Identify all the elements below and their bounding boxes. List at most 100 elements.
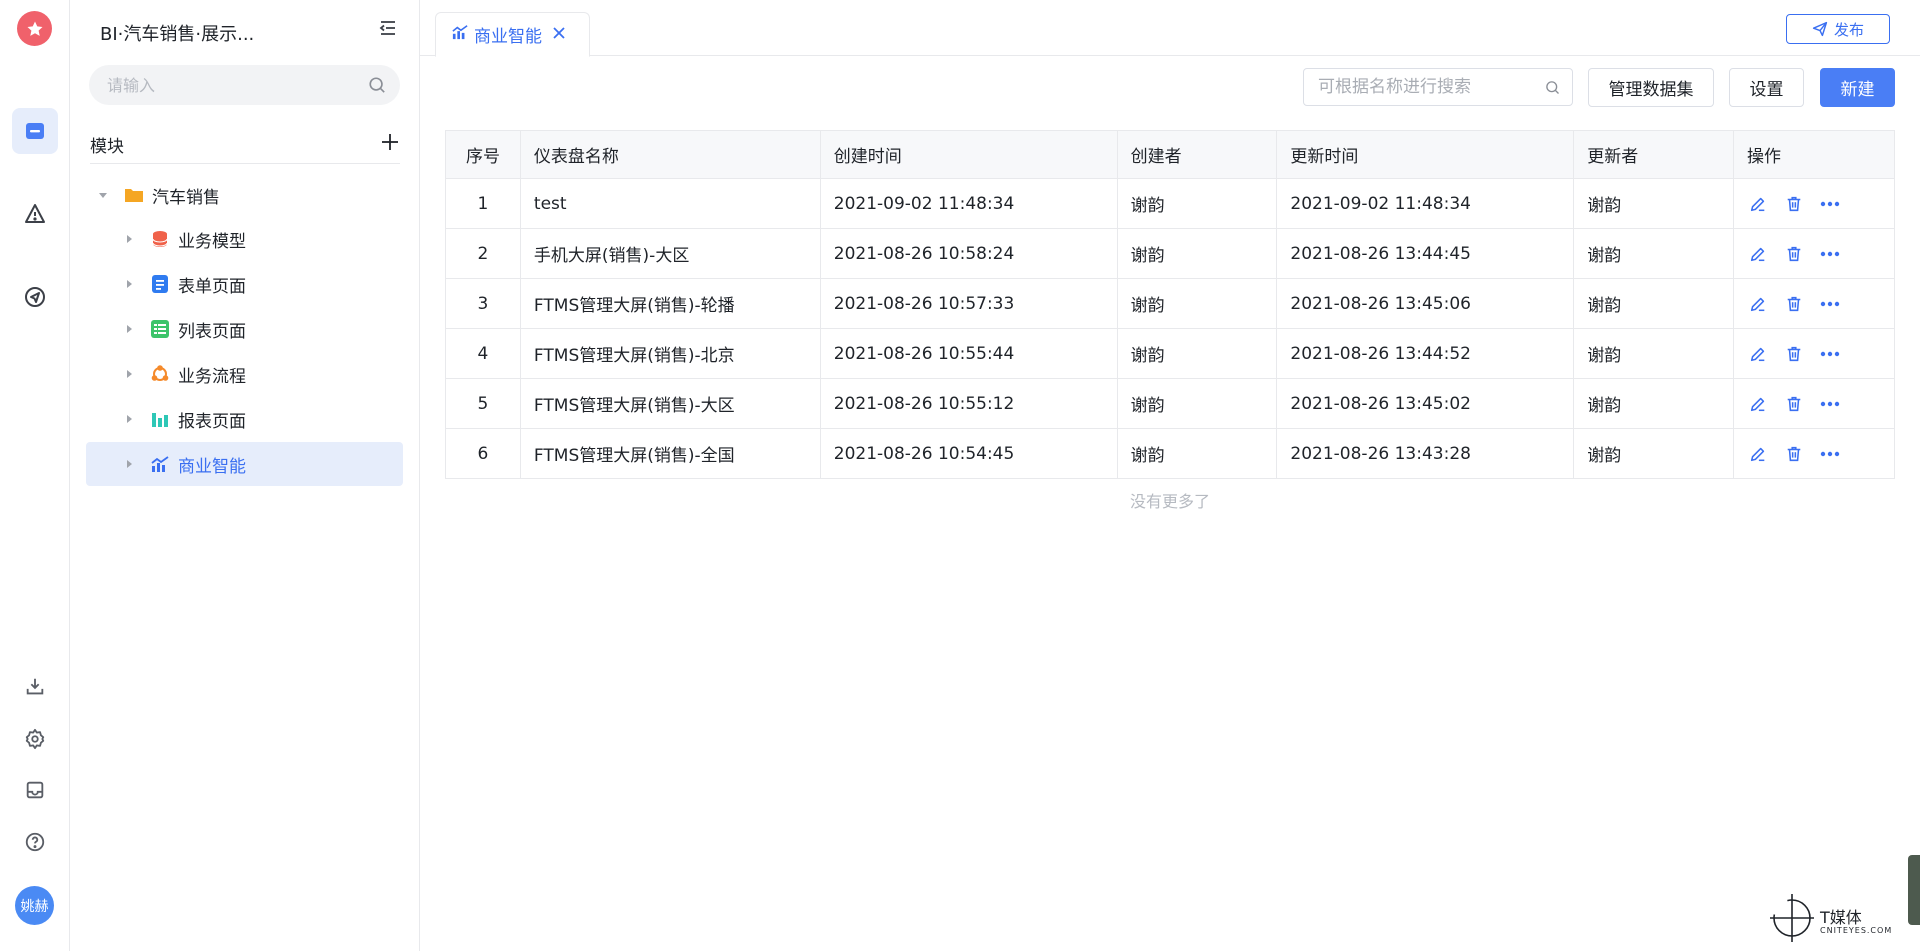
download-icon[interactable] bbox=[12, 664, 58, 710]
collapse-menu-icon[interactable] bbox=[378, 18, 398, 38]
module-header: 模块 bbox=[90, 128, 400, 164]
more-icon[interactable] bbox=[1819, 393, 1841, 415]
more-icon[interactable] bbox=[1819, 343, 1841, 365]
tree-item-form-page[interactable]: 表单页面 bbox=[122, 262, 397, 306]
caret-right-icon[interactable] bbox=[122, 322, 136, 336]
tree-item-label: 报表页面 bbox=[178, 411, 246, 432]
tree-root-label: 汽车销售 bbox=[152, 187, 220, 208]
edit-icon[interactable] bbox=[1747, 293, 1769, 315]
help-icon[interactable] bbox=[12, 819, 58, 865]
send-icon[interactable] bbox=[12, 274, 58, 320]
tree-root-car-sales[interactable]: 汽车销售 bbox=[96, 173, 396, 217]
caret-right-icon[interactable] bbox=[122, 457, 136, 471]
tree-item-business-intelligence[interactable]: 商业智能 bbox=[86, 442, 403, 486]
inbox-icon[interactable] bbox=[12, 767, 58, 813]
caret-right-icon[interactable] bbox=[122, 412, 136, 426]
module-sidebar: BI·汽车销售·展示... 模块 汽车销售 业务模型 表单页面 列表页面 bbox=[70, 0, 420, 951]
delete-icon[interactable] bbox=[1783, 293, 1805, 315]
col-header-actions: 操作 bbox=[1733, 130, 1895, 179]
publish-label: 发布 bbox=[1833, 20, 1864, 39]
caret-right-icon[interactable] bbox=[122, 232, 136, 246]
more-icon[interactable] bbox=[1819, 293, 1841, 315]
search-icon[interactable] bbox=[1545, 80, 1560, 99]
manage-dataset-button[interactable]: 管理数据集 bbox=[1588, 68, 1714, 107]
watermark-sub: CNITEYES.COM bbox=[1820, 926, 1893, 935]
col-header-index: 序号 bbox=[445, 130, 521, 179]
table-row[interactable]: 5 FTMS管理大屏(销售)-大区 2021-08-26 10:55:12 谢韵 202… bbox=[445, 378, 1895, 429]
edit-icon[interactable] bbox=[1747, 243, 1769, 265]
module-label: 模块 bbox=[90, 137, 124, 157]
tab-label: 商业智能 bbox=[474, 27, 542, 47]
cell-name[interactable]: test bbox=[520, 178, 821, 229]
tree-item-label: 商业智能 bbox=[178, 456, 246, 477]
sidebar-search bbox=[89, 65, 400, 105]
add-module-icon[interactable] bbox=[380, 132, 400, 152]
cell-name[interactable]: 手机大屏(销售)-大区 bbox=[520, 228, 821, 279]
cell-created-time: 2021-08-26 10:57:33 bbox=[820, 278, 1118, 329]
cell-updated-time: 2021-09-02 11:48:34 bbox=[1276, 178, 1575, 229]
cell-index: 3 bbox=[445, 278, 521, 329]
delete-icon[interactable] bbox=[1783, 193, 1805, 215]
delete-icon[interactable] bbox=[1783, 243, 1805, 265]
edit-icon[interactable] bbox=[1747, 193, 1769, 215]
table-row[interactable]: 1 test 2021-09-02 11:48:34 谢韵 2021-09-02 11:… bbox=[445, 178, 1895, 229]
caret-right-icon[interactable] bbox=[122, 277, 136, 291]
tree-item-business-model[interactable]: 业务模型 bbox=[122, 217, 397, 261]
search-icon[interactable] bbox=[368, 76, 386, 98]
no-more-text: 没有更多了 bbox=[1129, 492, 1210, 511]
cell-created-time: 2021-08-26 10:58:24 bbox=[820, 228, 1118, 279]
tab-business-intelligence[interactable]: 商业智能 bbox=[435, 12, 590, 57]
cell-name[interactable]: FTMS管理大屏(销售)-全国 bbox=[520, 428, 821, 479]
cell-name[interactable]: FTMS管理大屏(销售)-轮播 bbox=[520, 278, 821, 329]
edit-icon[interactable] bbox=[1747, 443, 1769, 465]
cell-name[interactable]: FTMS管理大屏(销售)-大区 bbox=[520, 378, 821, 429]
watermark-crosshair-icon bbox=[1770, 894, 1814, 942]
user-avatar[interactable]: 姚赫 bbox=[15, 886, 54, 925]
cell-updated-time: 2021-08-26 13:45:06 bbox=[1276, 278, 1575, 329]
sidebar-search-input[interactable] bbox=[107, 65, 357, 105]
cell-creator: 谢韵 bbox=[1117, 328, 1278, 379]
edit-icon[interactable] bbox=[1747, 393, 1769, 415]
dashboard-search-input[interactable] bbox=[1318, 69, 1538, 105]
caret-right-icon[interactable] bbox=[122, 367, 136, 381]
watermark-title: T媒体 bbox=[1820, 908, 1862, 927]
cell-updater: 谢韵 bbox=[1573, 428, 1735, 479]
tree-item-label: 表单页面 bbox=[178, 276, 246, 297]
table-row[interactable]: 2 手机大屏(销售)-大区 2021-08-26 10:58:24 谢韵 2021-08… bbox=[445, 228, 1895, 279]
folder-icon bbox=[124, 185, 144, 205]
more-icon[interactable] bbox=[1819, 443, 1841, 465]
delete-icon[interactable] bbox=[1783, 393, 1805, 415]
folder-icon[interactable] bbox=[12, 108, 58, 154]
tree-item-business-flow[interactable]: 业务流程 bbox=[122, 352, 397, 396]
cell-updater: 谢韵 bbox=[1573, 278, 1735, 329]
cell-creator: 谢韵 bbox=[1117, 228, 1278, 279]
table-row[interactable]: 6 FTMS管理大屏(销售)-全国 2021-08-26 10:54:45 谢韵 202… bbox=[445, 428, 1895, 479]
cell-creator: 谢韵 bbox=[1117, 428, 1278, 479]
caret-down-icon[interactable] bbox=[96, 188, 110, 202]
cell-updater: 谢韵 bbox=[1573, 328, 1735, 379]
table-row[interactable]: 3 FTMS管理大屏(销售)-轮播 2021-08-26 10:57:33 谢韵 202… bbox=[445, 278, 1895, 329]
cell-name[interactable]: FTMS管理大屏(销售)-北京 bbox=[520, 328, 821, 379]
delete-icon[interactable] bbox=[1783, 343, 1805, 365]
more-icon[interactable] bbox=[1819, 193, 1841, 215]
delete-icon[interactable] bbox=[1783, 443, 1805, 465]
close-icon[interactable] bbox=[552, 25, 566, 45]
edit-icon[interactable] bbox=[1747, 343, 1769, 365]
more-icon[interactable] bbox=[1819, 243, 1841, 265]
settings-button[interactable]: 设置 bbox=[1729, 68, 1804, 107]
tree-item-label: 列表页面 bbox=[178, 321, 246, 342]
alert-icon[interactable] bbox=[12, 191, 58, 237]
star-logo-icon[interactable] bbox=[17, 11, 52, 46]
table-row[interactable]: 4 FTMS管理大屏(销售)-北京 2021-08-26 10:55:44 谢韵 202… bbox=[445, 328, 1895, 379]
tree-item-label: 业务模型 bbox=[178, 231, 246, 252]
col-header-updater: 更新者 bbox=[1573, 130, 1735, 179]
tree-item-list-page[interactable]: 列表页面 bbox=[122, 307, 397, 351]
new-button[interactable]: 新建 bbox=[1820, 68, 1895, 107]
publish-button[interactable]: 发布 bbox=[1786, 14, 1890, 44]
settings-icon[interactable] bbox=[12, 716, 58, 762]
left-rail: 姚赫 bbox=[0, 0, 70, 951]
form-icon bbox=[150, 274, 170, 294]
tree-item-report-page[interactable]: 报表页面 bbox=[122, 397, 397, 441]
cell-index: 4 bbox=[445, 328, 521, 379]
dashboard-search bbox=[1303, 68, 1573, 106]
